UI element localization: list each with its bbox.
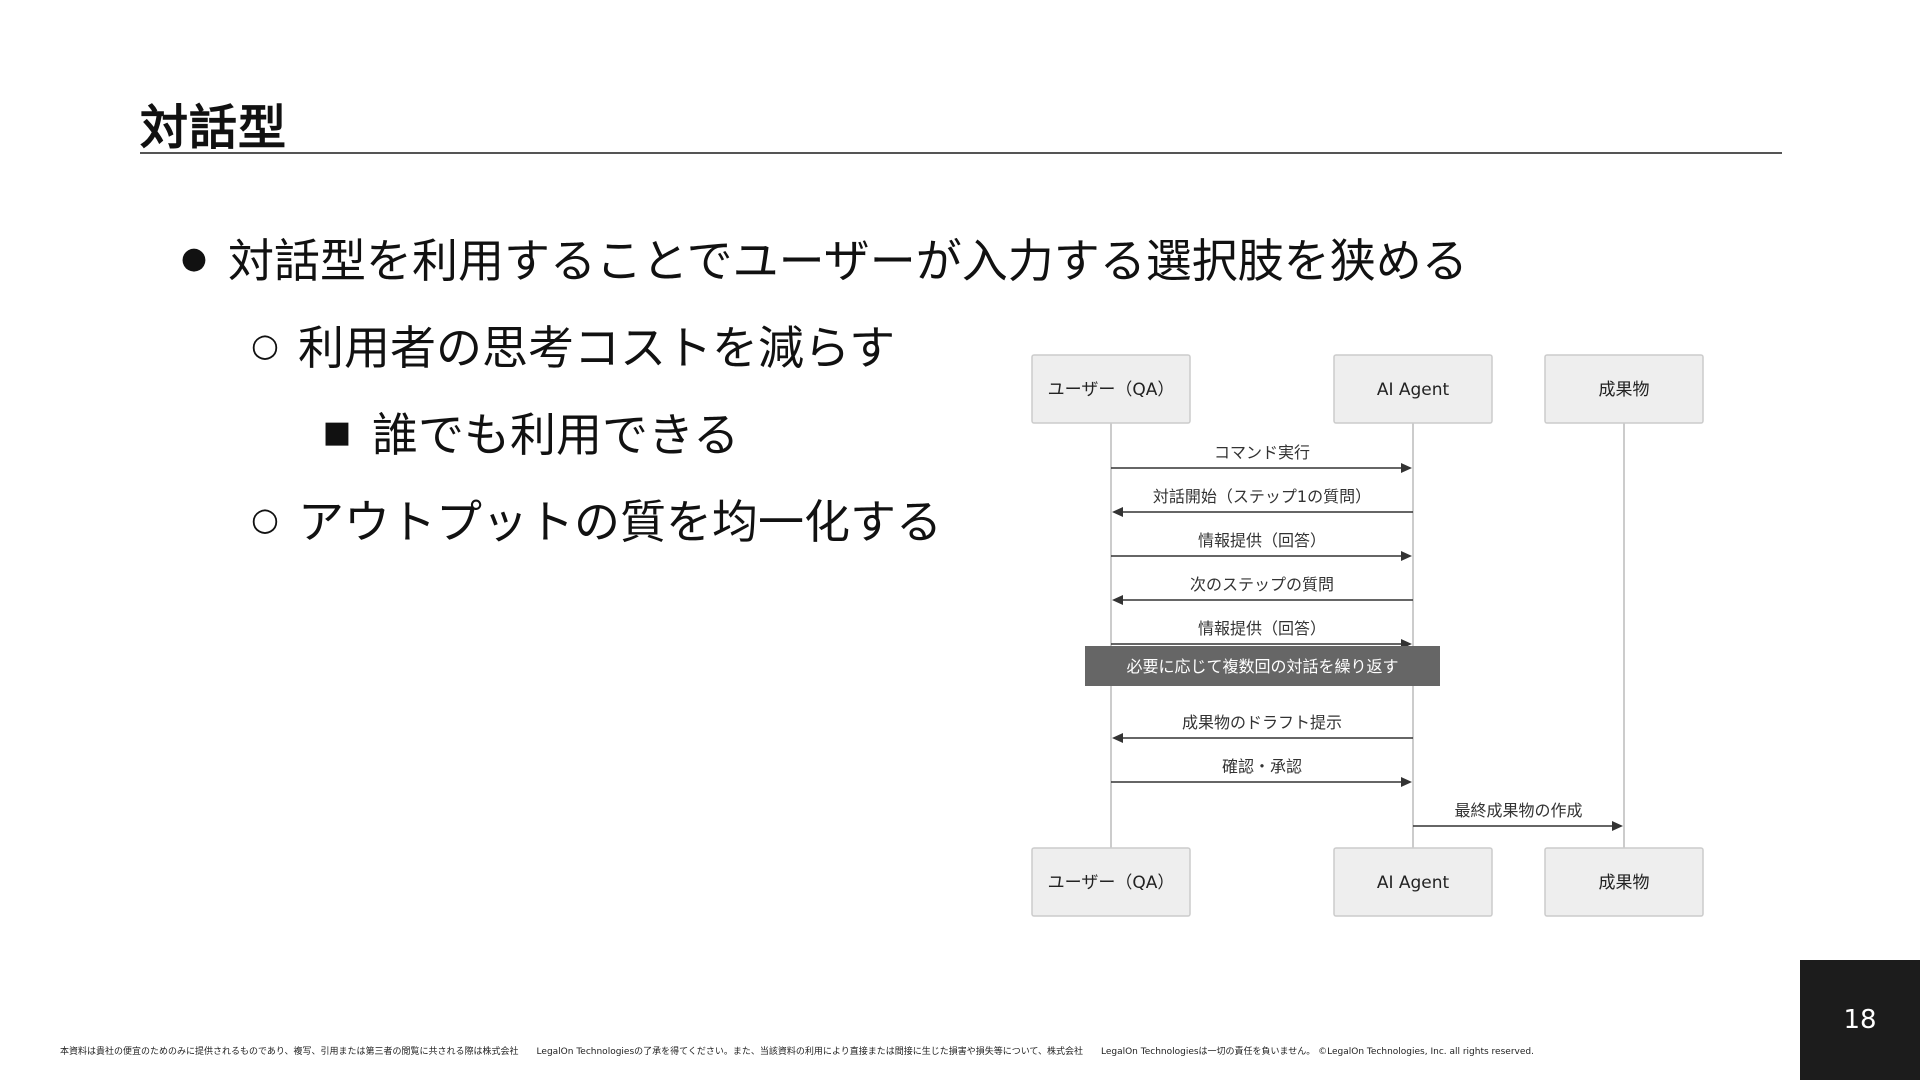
message-label: コマンド実行 [1214, 443, 1310, 462]
message-label: 成果物のドラフト提示 [1182, 713, 1342, 732]
slide-title: 対話型 [140, 100, 288, 156]
footer-disclaimer: 本資料は貴社の便宜のためのみに提供されるものであり、複写、引用または第三者の閲覧… [60, 1047, 1534, 1057]
bullet-level2: ○ アウトプットの質を均一化する [232, 486, 942, 552]
message-label: 最終成果物の作成 [1454, 801, 1582, 820]
participant-label: ユーザー（QA） [1048, 873, 1175, 893]
participant-label: ユーザー（QA） [1048, 380, 1175, 400]
bullet-level3: ■ 誰でも利用できる [302, 399, 739, 465]
message-arrow-head [1112, 733, 1123, 743]
page-number-box: 18 [1800, 960, 1920, 1080]
message-label: 情報提供（回答） [1198, 619, 1326, 638]
bullet-text: 誰でも利用できる [372, 408, 740, 462]
participant-label: AI Agent [1377, 380, 1450, 400]
participant-label: 成果物 [1599, 380, 1650, 400]
bullet-text: アウトプットの質を均一化する [298, 495, 942, 549]
message-arrow-head [1112, 595, 1123, 605]
bullet-marker-disc: ● [180, 240, 208, 276]
message-arrow-head [1612, 821, 1623, 831]
message-arrow-head [1401, 463, 1412, 473]
message-arrow-head [1112, 507, 1123, 517]
message-label: 確認・承認 [1222, 757, 1302, 776]
bullet-text: 利用者の思考コストを減らす [298, 321, 896, 375]
message-label: 対話開始（ステップ1の質問） [1153, 487, 1371, 506]
message-arrow-head [1401, 551, 1412, 561]
bullet-text: 対話型を利用することでユーザーが入力する選択肢を狭める [228, 234, 1468, 288]
page-number: 18 [1843, 1005, 1877, 1035]
title-underline [140, 152, 1782, 154]
bullet-level2: ○ 利用者の思考コストを減らす [232, 312, 895, 378]
participant-label: 成果物 [1599, 873, 1650, 893]
message-arrow-head [1401, 777, 1412, 787]
bullet-marker-circle: ○ [251, 326, 279, 364]
message-label: 情報提供（回答） [1198, 531, 1326, 550]
loop-note-label: 必要に応じて複数回の対話を繰り返す [1126, 657, 1398, 676]
message-label: 次のステップの質問 [1190, 575, 1334, 594]
bullet-marker-circle: ○ [251, 500, 279, 538]
bullet-level1: ● 対話型を利用することでユーザーが入力する選択肢を狭める [160, 225, 1468, 291]
sequence-diagram: ユーザー（QA） AI Agent 成果物 ユーザー（QA） AI Agent 成果物 コマ… [1020, 340, 1740, 940]
sequence-diagram-svg: ユーザー（QA） AI Agent 成果物ユーザー（QA） AI Agent 成果物コマ… [1031, 354, 1704, 917]
participant-label: AI Agent [1377, 873, 1450, 893]
bullet-marker-square: ■ [322, 414, 352, 450]
